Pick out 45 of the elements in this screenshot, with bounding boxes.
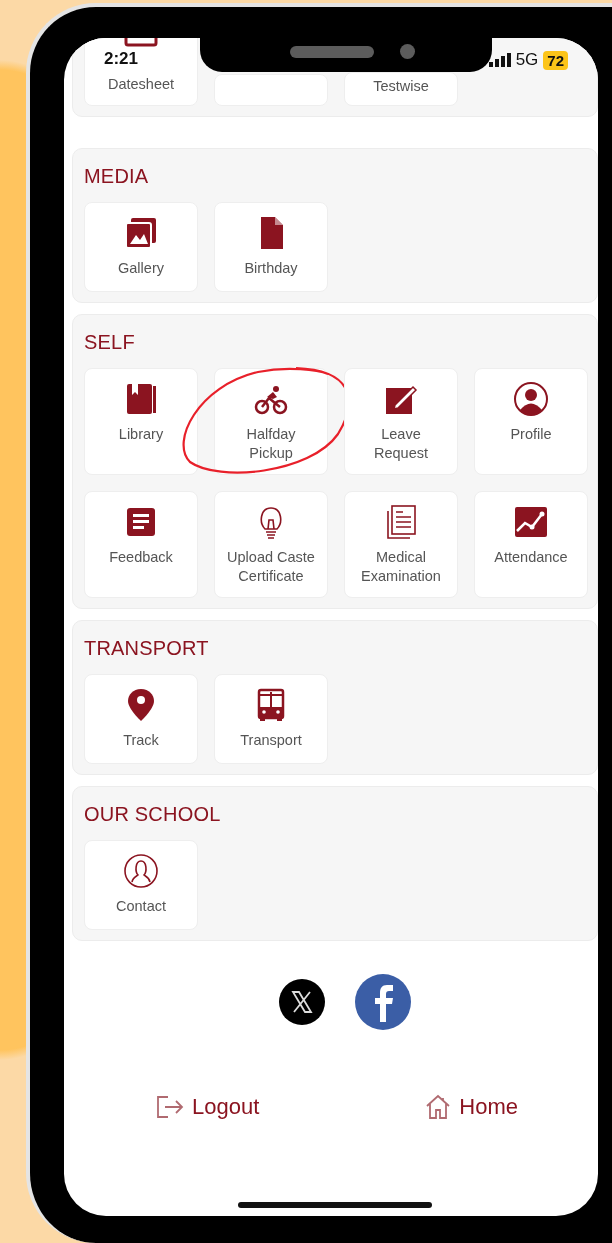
signal-icon <box>488 53 511 67</box>
person-icon <box>513 380 549 417</box>
tile-label: Upload Caste Certificate <box>226 547 316 586</box>
tile-label: Halfday Pickup <box>245 424 297 463</box>
tile-label: Track <box>122 730 160 750</box>
tile-label: Birthday <box>243 258 299 278</box>
tile-label: Datesheet <box>106 75 176 94</box>
tile-label: Contact <box>115 896 167 916</box>
section-heading: TRANSPORT <box>84 636 210 660</box>
network-label: 5G <box>515 50 539 70</box>
facebook-logo-icon[interactable] <box>355 973 411 1030</box>
menu-tile[interactable]: Track <box>84 673 198 764</box>
menu-tile[interactable]: Library <box>84 367 198 475</box>
tile-label: Transport <box>239 730 303 750</box>
tile-label: Feedback <box>108 547 174 567</box>
menu-tile[interactable]: Leave Request <box>344 367 458 475</box>
section-heading: OUR SCHOOL <box>84 802 222 826</box>
tile-label: Profile <box>509 424 553 444</box>
menu-tile[interactable]: Birthday <box>214 201 328 292</box>
menu-tile[interactable]: Contact <box>84 839 198 930</box>
menu-tile[interactable] <box>214 73 328 106</box>
home-icon <box>425 1093 452 1120</box>
menu-tile[interactable]: Feedback <box>84 490 198 598</box>
menu-tile[interactable]: Profile <box>474 367 588 475</box>
section-heading: MEDIA <box>84 164 150 188</box>
tile-label: Testwise <box>372 77 430 96</box>
status-time: 2:21 <box>104 49 139 69</box>
menu-tile[interactable]: Testwise <box>344 72 458 106</box>
menu-tile[interactable]: Transport <box>214 673 328 764</box>
home-link[interactable]: Home <box>425 1093 518 1120</box>
menu-tile[interactable]: Medical Examination <box>344 490 458 598</box>
menu-tile[interactable]: Upload Caste Certificate <box>214 490 328 598</box>
person-outline-icon <box>123 852 159 889</box>
menu-tile[interactable]: Gallery <box>84 201 198 292</box>
tile-label: Gallery <box>117 258 165 278</box>
logout-link[interactable]: Logout <box>156 1093 260 1120</box>
logout-icon <box>156 1094 184 1119</box>
tile-label: Library <box>117 424 165 444</box>
x-logo-icon[interactable] <box>279 978 325 1025</box>
tile-label: Medical Examination <box>360 547 442 586</box>
menu-tile[interactable]: Halfday Pickup <box>214 367 328 475</box>
tile-label: Attendance <box>493 547 569 567</box>
menu-tile[interactable]: Attendance <box>474 490 588 598</box>
section-heading: SELF <box>84 330 136 354</box>
tile-label: Leave Request <box>373 424 429 463</box>
